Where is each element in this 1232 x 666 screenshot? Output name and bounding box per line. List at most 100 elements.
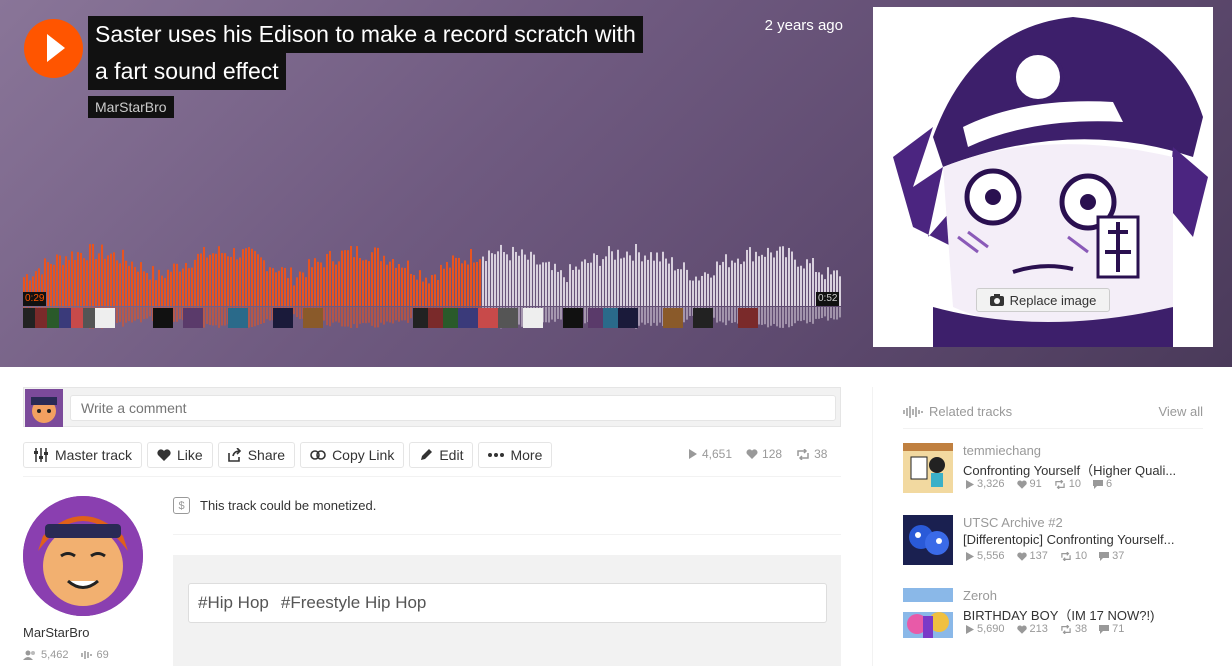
comment-marker-avatar[interactable]: [738, 308, 758, 328]
related-likes-1: 91: [1016, 478, 1042, 490]
related-track-3[interactable]: Zeroh BIRTHDAY BOY（IM 17 NOW?!) 5,690 21…: [903, 588, 1203, 640]
related-title-3[interactable]: BIRTHDAY BOY（IM 17 NOW?!): [963, 605, 1199, 624]
waveform-bar: [512, 246, 514, 306]
followers-count[interactable]: 5,462: [23, 649, 69, 661]
artist-link[interactable]: MarStarBro: [88, 96, 174, 118]
comment-marker-avatar[interactable]: [478, 308, 498, 328]
waveform-reflection: [368, 307, 370, 323]
tag-hip-hop[interactable]: #Hip Hop: [198, 593, 269, 613]
waveform-bar: [584, 259, 586, 306]
view-all-link[interactable]: View all: [1158, 404, 1203, 419]
comment-marker-avatar[interactable]: [153, 308, 173, 328]
master-track-button[interactable]: Master track: [23, 442, 143, 468]
waveform-bar: [425, 277, 427, 306]
waveform-reflection: [734, 307, 736, 323]
waveform-bar: [437, 280, 439, 306]
edit-button[interactable]: Edit: [409, 442, 474, 468]
waveform-bar: [785, 257, 787, 306]
waveform-reflection: [761, 307, 763, 325]
waveform-bar: [710, 277, 712, 306]
waveform-bar: [215, 253, 217, 306]
waveform-bar: [680, 269, 682, 306]
more-button[interactable]: More: [478, 442, 553, 468]
waveform-bar: [698, 280, 700, 306]
waveform-bar: [323, 267, 325, 306]
waveform-reflection: [401, 307, 403, 321]
like-button[interactable]: Like: [147, 442, 213, 468]
related-track-1[interactable]: temmiechang Confronting Yourself（Higher …: [903, 443, 1203, 495]
comment-marker-avatar[interactable]: [458, 308, 478, 328]
waveform-bar: [800, 265, 802, 306]
waveform-bar: [299, 271, 301, 306]
tracks-count[interactable]: 69: [80, 649, 109, 661]
comment-marker-avatar[interactable]: [228, 308, 248, 328]
waveform-bar: [287, 278, 289, 306]
repost-count[interactable]: 38: [796, 447, 827, 461]
waveform-bar: [224, 253, 226, 306]
waveform-bar: [515, 251, 517, 306]
related-title-1[interactable]: Confronting Yourself（Higher Quali...: [963, 460, 1199, 479]
waveform-bar: [296, 277, 298, 306]
waveform-bar: [167, 269, 169, 306]
waveform-bar: [269, 267, 271, 306]
comment-input[interactable]: [70, 395, 836, 421]
waveform-bar: [311, 267, 313, 306]
waveform-bar: [476, 261, 478, 306]
comment-marker-avatar[interactable]: [498, 308, 518, 328]
waveform-bar: [404, 267, 406, 306]
comment-marker-avatar[interactable]: [618, 308, 638, 328]
followers-value: 5,462: [41, 649, 69, 661]
share-button[interactable]: Share: [217, 442, 296, 468]
waveform-reflection: [641, 307, 643, 323]
play-button[interactable]: [24, 19, 83, 78]
related-track-2[interactable]: UTSC Archive #2 [Differentopic] Confront…: [903, 515, 1203, 567]
comment-marker-avatar[interactable]: [273, 308, 293, 328]
related-user-3[interactable]: Zeroh: [963, 588, 1203, 603]
waveform-reflection: [266, 307, 268, 320]
copy-link-button[interactable]: Copy Link: [300, 442, 405, 468]
waveform-reflection: [584, 307, 586, 324]
waveform-bar: [491, 253, 493, 306]
replace-image-button[interactable]: Replace image: [976, 288, 1110, 312]
comment-marker-avatar[interactable]: [563, 308, 583, 328]
tags-field[interactable]: #Hip Hop #Freestyle Hip Hop: [188, 583, 827, 623]
waveform-reflection: [389, 307, 391, 323]
comment-marker-avatar[interactable]: [693, 308, 713, 328]
waveform-bar: [497, 251, 499, 306]
waveform-bar: [371, 252, 373, 306]
waveform-bar: [695, 276, 697, 306]
comment-marker-avatar[interactable]: [523, 308, 543, 328]
comment-marker-avatar[interactable]: [183, 308, 203, 328]
waveform-reflection: [146, 307, 148, 319]
waveform-bar: [494, 254, 496, 306]
waveform-reflection: [689, 307, 691, 316]
waveform-bar: [392, 259, 394, 306]
related-user-2[interactable]: UTSC Archive #2: [963, 515, 1203, 530]
related-title-2[interactable]: [Differentopic] Confronting Yourself...: [963, 532, 1199, 547]
waveform-reflection: [365, 307, 367, 324]
waveform-bar: [410, 273, 412, 306]
waveform-reflection: [827, 307, 829, 321]
waveform-bar: [413, 275, 415, 306]
waveform[interactable]: [23, 240, 843, 330]
waveform-reflection: [824, 307, 826, 317]
tag-freestyle-hip-hop[interactable]: #Freestyle Hip Hop: [281, 593, 427, 613]
uploader-avatar[interactable]: [23, 496, 143, 616]
waveform-bar: [791, 251, 793, 306]
related-plays-3: 5,690: [966, 623, 1005, 635]
related-comments-2: 37: [1099, 550, 1124, 562]
more-label: More: [510, 447, 543, 463]
like-count[interactable]: 128: [746, 447, 782, 461]
waveform-reflection: [125, 307, 127, 323]
comment-marker-avatar[interactable]: [663, 308, 683, 328]
waveform-reflection: [119, 307, 121, 322]
uploader-name[interactable]: MarStarBro: [23, 625, 89, 640]
comment-marker-avatar[interactable]: [303, 308, 323, 328]
waveform-reflection: [203, 307, 205, 328]
comment-marker-avatar[interactable]: [95, 308, 115, 328]
waveform-reflection: [350, 307, 352, 329]
related-user-1[interactable]: temmiechang: [963, 443, 1203, 458]
waveform-bar: [155, 280, 157, 306]
waveform-bar: [275, 272, 277, 306]
posted-time: 2 years ago: [764, 17, 843, 34]
